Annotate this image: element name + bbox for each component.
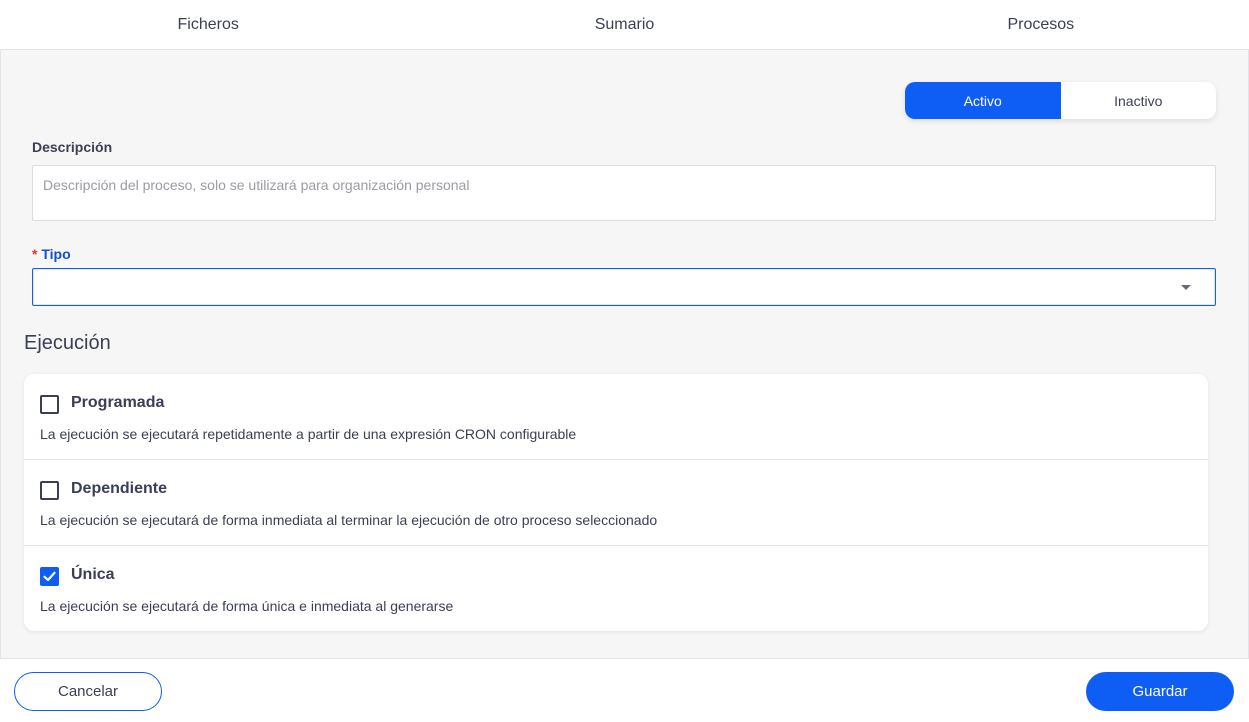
unica-checkbox[interactable] [40, 567, 59, 586]
description-label: Descripción [32, 139, 113, 155]
option-description: La ejecución se ejecutará de forma inmed… [40, 512, 658, 528]
option-dependiente: Dependiente La ejecución se ejecutará de… [24, 460, 1208, 546]
tab-sumario[interactable]: Sumario [416, 0, 832, 49]
required-mark: * [32, 246, 38, 262]
dependiente-checkbox[interactable] [40, 481, 59, 500]
tab-bar: Ficheros Sumario Procesos [0, 0, 1249, 50]
dialog-footer: Cancelar Guardar [0, 658, 1249, 722]
check-icon [43, 571, 56, 582]
execution-options-card: Programada La ejecución se ejecutará rep… [24, 374, 1208, 631]
tipo-label: Tipo [41, 246, 71, 262]
chevron-down-icon [1181, 285, 1191, 290]
tab-procesos[interactable]: Procesos [833, 0, 1249, 49]
status-inactive-button[interactable]: Inactivo [1061, 82, 1217, 119]
description-input[interactable] [32, 165, 1216, 221]
save-button[interactable]: Guardar [1086, 672, 1234, 711]
status-toggle: Activo Inactivo [905, 82, 1216, 119]
option-title: Dependiente [71, 480, 168, 497]
option-title: Única [71, 566, 115, 583]
cancel-button[interactable]: Cancelar [14, 672, 162, 711]
option-title: Programada [71, 394, 165, 411]
option-unica: Única La ejecución se ejecutará de forma… [24, 546, 1208, 631]
tab-ficheros[interactable]: Ficheros [0, 0, 416, 49]
option-description: La ejecución se ejecutará de forma única… [40, 598, 454, 614]
option-description: La ejecución se ejecutará repetidamente … [40, 426, 577, 442]
tipo-select[interactable] [32, 268, 1216, 306]
programada-checkbox[interactable] [40, 395, 59, 414]
option-programada: Programada La ejecución se ejecutará rep… [24, 374, 1208, 460]
status-active-button[interactable]: Activo [905, 82, 1061, 119]
tipo-label-row: * Tipo [32, 246, 71, 262]
execution-title: Ejecución [24, 332, 111, 354]
